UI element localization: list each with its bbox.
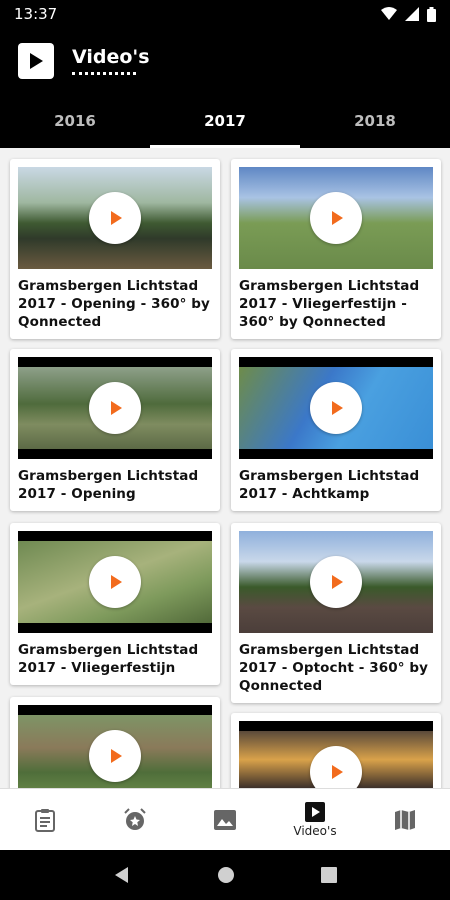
home-icon[interactable] [217,866,235,884]
nav-item-label: Video's [293,823,337,838]
recents-icon[interactable] [321,867,337,883]
video-card[interactable]: Gramsbergen Lichtstad 2017 - Opening [10,349,220,511]
nav-item-program[interactable] [0,789,90,850]
play-icon [111,401,122,415]
video-title: Gramsbergen Lichtstad 2017 - Achtkamp [239,468,420,502]
play-button[interactable] [310,192,362,244]
play-icon [332,765,343,779]
tab-2016[interactable]: 2016 [0,94,150,148]
status-time: 13:37 [14,5,58,23]
video-title: Gramsbergen Lichtstad 2017 - Opening [18,468,199,502]
tab-2017[interactable]: 2017 [150,94,300,148]
video-thumbnail[interactable] [18,357,212,459]
video-thumbnail[interactable] [239,167,433,269]
play-icon [332,575,343,589]
wifi-icon [381,7,397,20]
video-card[interactable]: Gramsbergen Lichtstad 2017 - Achtkamp [231,349,441,511]
image-icon [214,809,236,830]
play-icon [111,575,122,589]
video-title: Gramsbergen Lichtstad 2017 - Optocht - 3… [239,642,429,694]
status-bar: 13:37 [0,0,450,28]
nav-item-events[interactable] [90,789,180,850]
play-button[interactable] [89,556,141,608]
play-icon [111,211,122,225]
play-icon [332,211,343,225]
nav-item-map[interactable] [360,789,450,850]
video-card[interactable] [10,697,220,788]
video-thumbnail[interactable] [18,531,212,633]
video-card[interactable]: Gramsbergen Lichtstad 2017 - Opening - 3… [10,159,220,339]
alarm-star-icon [124,807,146,830]
play-icon [111,749,122,763]
play-button[interactable] [89,192,141,244]
video-card[interactable]: Gramsbergen Lichtstad 2017 - Vliegerfest… [231,159,441,339]
video-thumbnail[interactable] [18,167,212,269]
video-thumbnail[interactable] [239,357,433,459]
video-card[interactable]: Gramsbergen Lichtstad 2017 - Vliegerfest… [10,523,220,685]
status-icons [381,6,436,22]
year-tabs: 2016 2017 2018 [0,94,450,148]
play-icon [332,401,343,415]
system-navigation [0,850,450,900]
tab-2018[interactable]: 2018 [300,94,450,148]
nav-item-videos[interactable]: Video's [270,789,360,850]
play-button[interactable] [310,382,362,434]
video-card[interactable] [231,713,441,788]
video-card[interactable]: Gramsbergen Lichtstad 2017 - Optocht - 3… [231,523,441,703]
video-title: Gramsbergen Lichtstad 2017 - Vliegerfest… [18,642,199,676]
video-thumbnail[interactable] [239,531,433,633]
app-logo-icon [18,43,54,79]
back-icon[interactable] [113,866,131,884]
battery-icon [427,6,436,22]
video-icon [305,801,325,822]
map-icon [395,809,415,830]
page-title: Video's [72,46,150,75]
video-title: Gramsbergen Lichtstad 2017 - Opening - 3… [18,278,210,330]
clipboard-icon [35,808,55,832]
play-button[interactable] [89,730,141,782]
app-bar: Video's [0,28,450,94]
video-title: Gramsbergen Lichtstad 2017 - Vliegerfest… [239,278,420,330]
title-dots [72,72,136,75]
bottom-navigation: Video's [0,788,450,850]
signal-icon [405,7,419,21]
video-thumbnail[interactable] [239,721,433,788]
video-thumbnail[interactable] [18,705,212,788]
play-button[interactable] [310,556,362,608]
play-button[interactable] [89,382,141,434]
nav-item-photos[interactable] [180,789,270,850]
video-grid[interactable]: Gramsbergen Lichtstad 2017 - Opening - 3… [0,148,450,788]
